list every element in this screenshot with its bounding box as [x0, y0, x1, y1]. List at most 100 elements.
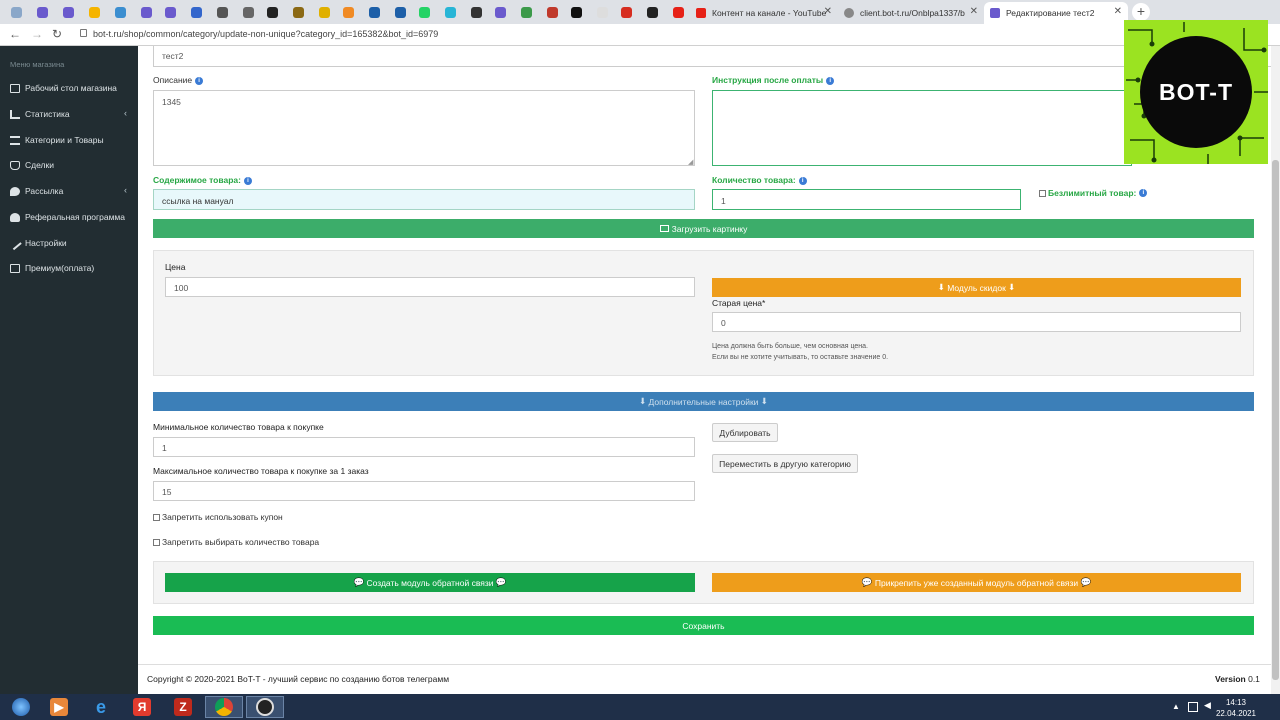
checkbox-icon[interactable]: [1039, 189, 1046, 197]
windows-taskbar: ▶ e Я Z ▲ ◀ 14:13 22.04.2021: [0, 694, 1280, 720]
unlimited-checkbox[interactable]: Безлимитный товар: i: [1039, 188, 1148, 198]
upload-image-button[interactable]: Загрузить картинку: [153, 219, 1254, 238]
sidebar-item-mailing[interactable]: Рассылка ‹: [0, 180, 138, 202]
resize-handle-icon[interactable]: ◢: [688, 158, 693, 166]
sidebar-item-settings[interactable]: Настройки: [0, 232, 138, 254]
sidebar-item-premium[interactable]: Премиум(оплата): [0, 257, 138, 279]
min-qty-input[interactable]: 1: [153, 437, 695, 457]
pinned-tab[interactable]: [490, 3, 510, 21]
sidebar-header: Меню магазина: [10, 60, 65, 69]
old-price-input[interactable]: 0: [712, 312, 1241, 332]
info-icon: i: [243, 176, 252, 185]
tab-client[interactable]: client.bot-t.ru/Onblpa1337/b ✕: [838, 2, 984, 24]
close-tab-icon[interactable]: ✕: [824, 6, 832, 17]
close-tab-icon[interactable]: ✕: [1114, 6, 1122, 17]
lock-icon: [80, 29, 87, 37]
price-input[interactable]: 100: [165, 277, 695, 297]
product-name-input[interactable]: тест2: [153, 46, 1273, 67]
pinned-tab[interactable]: [542, 3, 562, 21]
sidebar-item-deals[interactable]: Сделки: [0, 154, 138, 176]
taskbar-filezilla[interactable]: Z: [164, 696, 202, 718]
reload-icon[interactable]: ↻: [52, 27, 62, 41]
pinned-tab[interactable]: [6, 3, 26, 21]
credit-card-icon: [10, 263, 20, 273]
quantity-input[interactable]: 1: [712, 189, 1021, 210]
taskbar-yandex[interactable]: Я: [123, 696, 161, 718]
extra-settings-button[interactable]: ⬇ Дополнительные настройки ⬇: [153, 392, 1254, 411]
content-input[interactable]: ссылка на мануал: [153, 189, 695, 210]
pinned-tab[interactable]: [466, 3, 486, 21]
pinned-tab[interactable]: [616, 3, 636, 21]
taskbar-obs[interactable]: [246, 696, 284, 718]
pinned-tab[interactable]: [160, 3, 180, 21]
pinned-tab[interactable]: [314, 3, 334, 21]
pinned-tab[interactable]: [186, 3, 206, 21]
pinned-tab[interactable]: [364, 3, 384, 21]
tab-youtube[interactable]: Контент на канале - YouTube ✕: [690, 2, 838, 24]
forward-icon[interactable]: →: [31, 27, 43, 41]
address-bar: ← → ↻ bot-t.ru/shop/common/category/upda…: [0, 24, 1280, 46]
pinned-tab[interactable]: [566, 3, 586, 21]
save-button[interactable]: Сохранить: [153, 616, 1254, 635]
browser-tab-strip: Контент на канале - YouTube ✕ client.bot…: [0, 0, 1280, 24]
pinned-tab[interactable]: [84, 3, 104, 21]
pinned-tab[interactable]: [390, 3, 410, 21]
pinned-tab[interactable]: [338, 3, 358, 21]
sidebar-item-categories[interactable]: Категории и Товары: [0, 129, 138, 151]
checkbox-icon[interactable]: [153, 538, 160, 546]
bag-icon: [10, 160, 20, 170]
pinned-tab[interactable]: [414, 3, 434, 21]
network-icon[interactable]: [1188, 702, 1198, 712]
yandex-icon: Я: [133, 698, 151, 716]
description-textarea[interactable]: 1345: [153, 90, 695, 166]
max-qty-input[interactable]: 15: [153, 481, 695, 501]
pinned-tab[interactable]: [110, 3, 130, 21]
system-clock[interactable]: 14:13 22.04.2021: [1216, 697, 1256, 719]
youtube-icon: [696, 8, 706, 18]
no-coupon-checkbox[interactable]: Запретить использовать купон: [153, 512, 283, 522]
pinned-tab[interactable]: [516, 3, 536, 21]
desktop-icon: [10, 83, 20, 93]
duplicate-button[interactable]: Дублировать: [712, 423, 778, 442]
scrollbar-thumb[interactable]: [1272, 160, 1279, 680]
new-tab-button[interactable]: +: [1132, 3, 1150, 21]
url-field[interactable]: bot-t.ru/shop/common/category/update-non…: [93, 29, 438, 39]
pinned-tab[interactable]: [592, 3, 612, 21]
create-feedback-button[interactable]: 💬 Создать модуль обратной связи 💬: [165, 573, 695, 592]
sidebar-item-dashboard[interactable]: Рабочий стол магазина: [0, 77, 138, 99]
pinned-tab[interactable]: [136, 3, 156, 21]
back-icon[interactable]: ←: [9, 27, 21, 41]
old-price-label: Старая цена*: [712, 298, 766, 308]
pinned-tab[interactable]: [288, 3, 308, 21]
info-icon: i: [195, 76, 204, 85]
arrow-down-icon: ⬇: [639, 396, 649, 406]
tray-arrow-icon[interactable]: ▲: [1172, 702, 1182, 712]
taskbar-chrome[interactable]: [205, 696, 243, 718]
checkbox-icon[interactable]: [153, 513, 160, 521]
volume-icon[interactable]: ◀: [1204, 700, 1214, 710]
pinned-tab[interactable]: [238, 3, 258, 21]
start-button[interactable]: [2, 696, 40, 718]
pinned-tab[interactable]: [262, 3, 282, 21]
discount-module-button[interactable]: ⬇ Модуль скидок ⬇: [712, 278, 1241, 297]
pinned-tab[interactable]: [212, 3, 232, 21]
no-qty-select-checkbox[interactable]: Запретить выбирать количество товара: [153, 537, 319, 547]
wrench-icon: [8, 236, 22, 250]
pinned-tab[interactable]: [58, 3, 78, 21]
sidebar-item-referral[interactable]: Реферальная программа: [0, 206, 138, 228]
pinned-tab[interactable]: [642, 3, 662, 21]
instruction-textarea[interactable]: [712, 90, 1132, 166]
close-tab-icon[interactable]: ✕: [970, 6, 978, 17]
tab-edit-product[interactable]: Редактирование тест2 ✕: [984, 2, 1128, 24]
pinned-tab[interactable]: [440, 3, 460, 21]
sidebar-item-statistics[interactable]: Статистика ‹: [0, 103, 138, 125]
taskbar-media[interactable]: ▶: [40, 696, 78, 718]
pinned-tab[interactable]: [668, 3, 688, 21]
comments-icon: 💬: [861, 577, 875, 587]
attach-feedback-button[interactable]: 💬 Прикрепить уже созданный модуль обратн…: [712, 573, 1241, 592]
page-scrollbar[interactable]: [1271, 46, 1280, 694]
taskbar-ie[interactable]: e: [82, 696, 120, 718]
move-category-button[interactable]: Переместить в другую категорию: [712, 454, 858, 473]
comment-icon: [10, 186, 20, 196]
pinned-tab[interactable]: [32, 3, 52, 21]
